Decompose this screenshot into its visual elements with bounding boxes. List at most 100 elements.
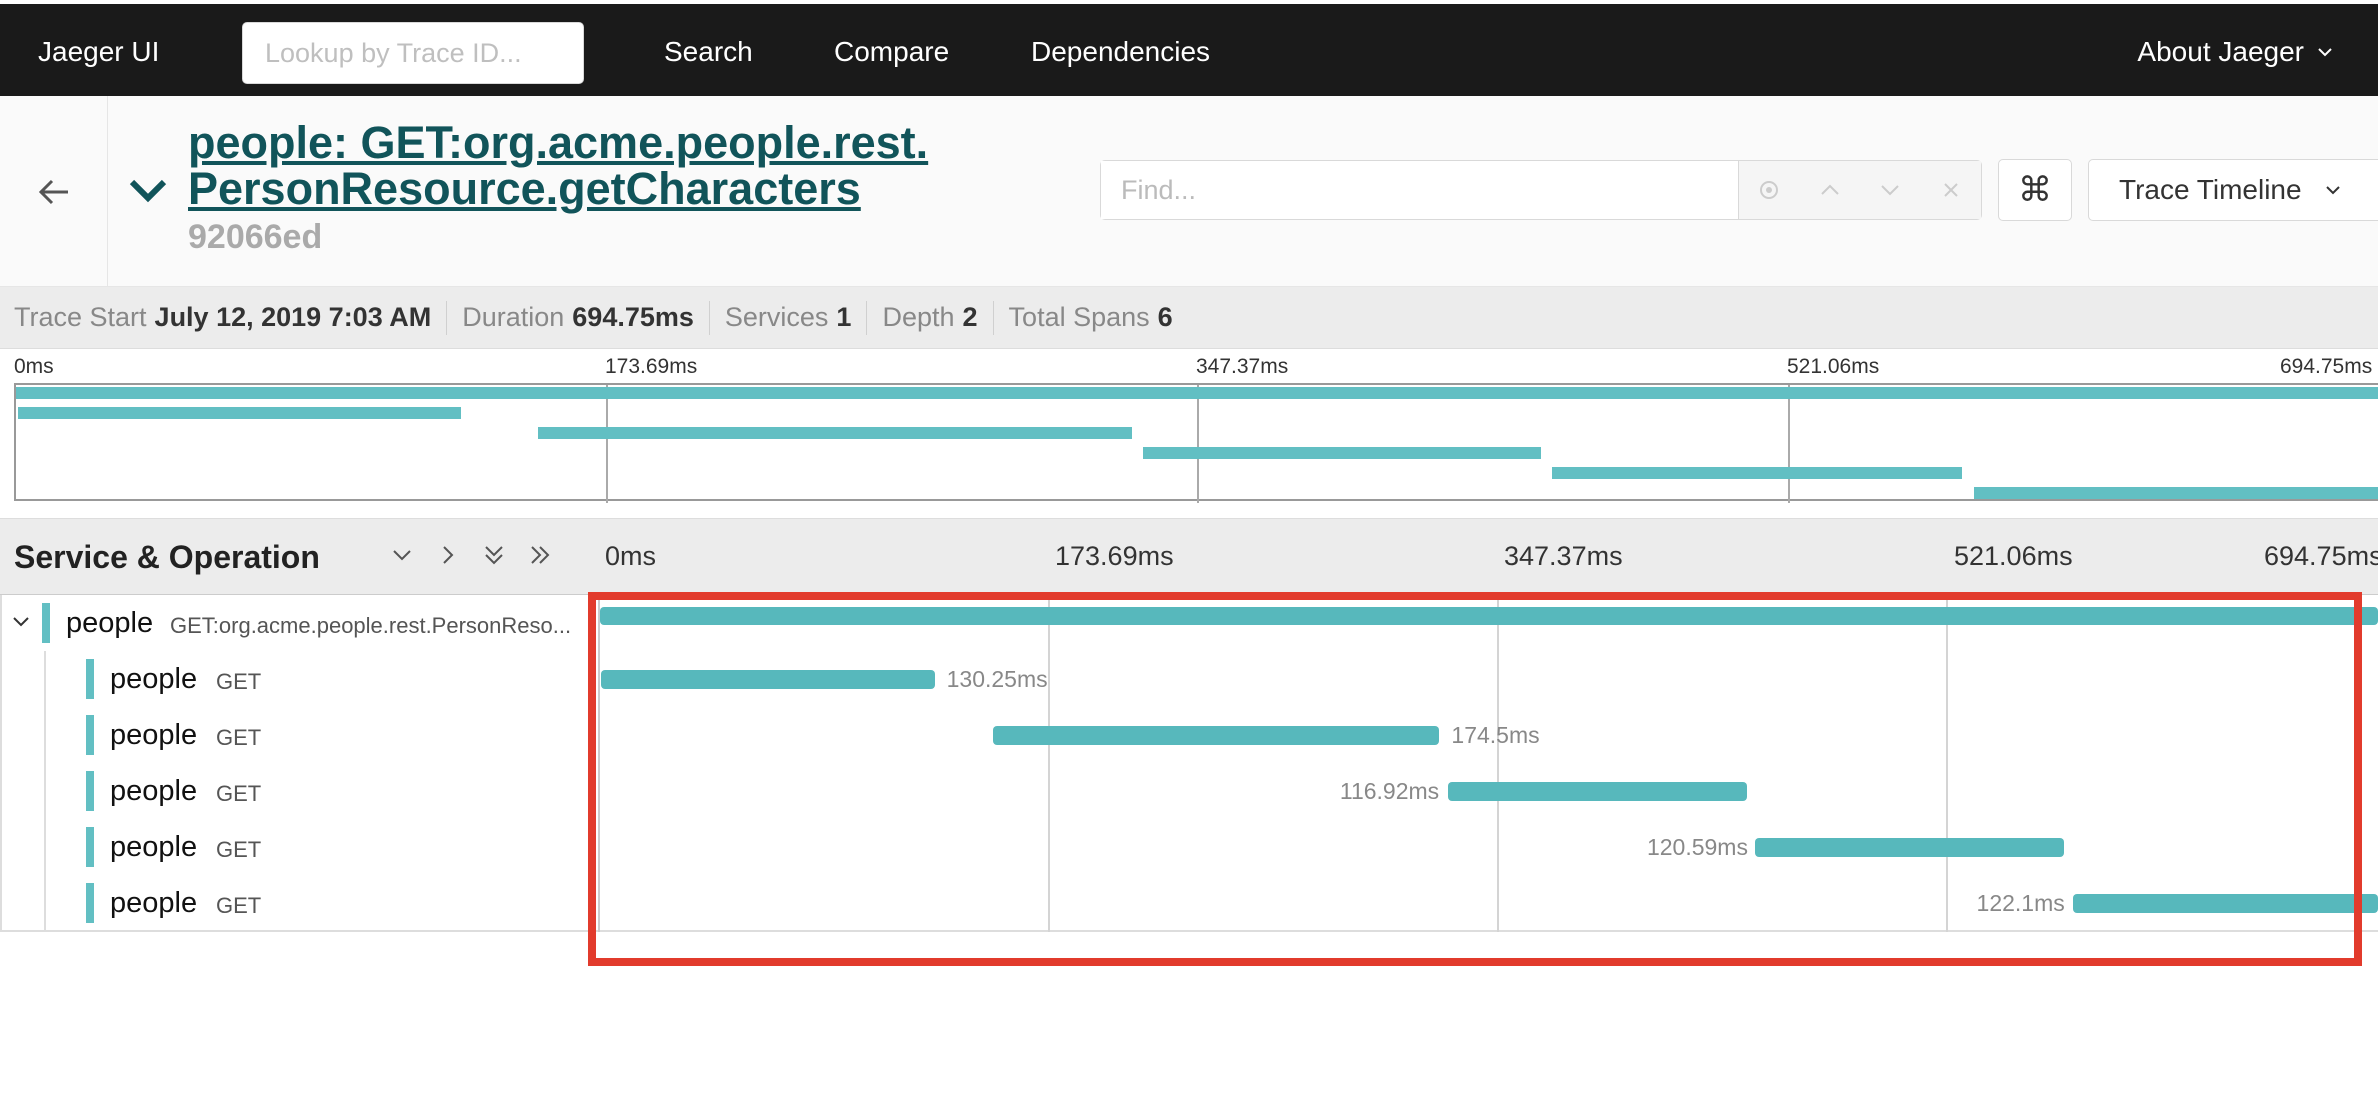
trace-title[interactable]: people: GET:org.acme.people.rest. Person… (188, 120, 988, 212)
expand-one-icon[interactable] (434, 541, 462, 569)
span-operation-name: GET (216, 893, 262, 918)
span-operation-name: GET (216, 669, 262, 694)
span-duration-label: 120.59ms (1646, 834, 1748, 860)
minimap-tick-label: 521.06ms (1787, 355, 1880, 378)
minimap-gridline (606, 385, 608, 503)
trace-title-line1: people: GET:org.acme.people.rest. (188, 117, 929, 168)
trace-start: Trace Start July 12, 2019 7:03 AM (14, 302, 432, 332)
span-bar[interactable] (1447, 782, 1748, 801)
span-bar[interactable] (601, 670, 935, 689)
trace-id: 92066ed (188, 218, 323, 256)
span-row[interactable]: people GET 130.25ms (0, 651, 2378, 707)
about-jaeger-menu[interactable]: About Jaeger (2137, 36, 2334, 68)
timeline-tick-label: 694.75ms (2264, 541, 2378, 571)
service-color-marker (42, 603, 50, 643)
view-mode-select[interactable]: Trace Timeline (2088, 159, 2378, 221)
collapse-one-icon[interactable] (388, 541, 416, 569)
nav-compare-link[interactable]: Compare (834, 36, 949, 68)
service-color-marker (86, 771, 94, 811)
span-operation-name: GET (216, 837, 262, 862)
nav-search-link[interactable]: Search (664, 36, 753, 68)
divider (866, 300, 868, 335)
span-duration-label: 122.1ms (1976, 890, 2065, 916)
collapse-chevron-icon[interactable] (126, 168, 170, 212)
span-row[interactable]: people GET 116.92ms (0, 763, 2378, 819)
span-row[interactable]: people GET 122.1ms (0, 875, 2378, 931)
top-nav: Jaeger UI Search Compare Dependencies Ab… (0, 0, 2378, 96)
service-color-marker (86, 715, 94, 755)
span-service-name: people (110, 663, 198, 695)
chevron-down-icon[interactable] (10, 611, 32, 633)
find-input[interactable] (1101, 161, 1739, 219)
timeline-header: Service & Operation 0ms 173.69ms 347.37m… (0, 519, 2378, 595)
minimap-gridline (1197, 385, 1199, 503)
span-row[interactable]: people GET 120.59ms (0, 819, 2378, 875)
depth: Depth 2 (882, 302, 978, 332)
locate-icon[interactable] (1756, 177, 1782, 203)
minimap-tick-label: 0ms (14, 355, 54, 378)
minimap-span-bar (538, 427, 1133, 439)
close-icon[interactable] (1938, 177, 1964, 203)
back-button[interactable] (0, 96, 108, 287)
span-service-name: people (66, 607, 154, 639)
divider (708, 300, 710, 335)
timeline-tick-label: 347.37ms (1504, 541, 1623, 571)
span-operation-name: GET (216, 725, 262, 750)
span-service-name: people (110, 831, 198, 863)
chevron-down-icon[interactable] (1877, 177, 1903, 203)
minimap-tick-label: 347.37ms (1196, 355, 1289, 378)
tree-controls (388, 541, 554, 569)
keyboard-shortcuts-button[interactable]: ⌘ (1998, 159, 2072, 221)
expand-all-icon[interactable] (526, 541, 554, 569)
service-operation-header: Service & Operation (14, 539, 320, 575)
minimap-gridline (1788, 385, 1790, 503)
service-color-marker (86, 827, 94, 867)
span-operation-name: GET (216, 781, 262, 806)
trace-title-line2: PersonResource.getCharacters (188, 163, 861, 214)
service-color-marker (86, 883, 94, 923)
minimap-tick-label: 694.75ms (2280, 355, 2373, 378)
minimap-tick-label: 173.69ms (605, 355, 698, 378)
timeline-tick-label: 173.69ms (1055, 541, 1174, 571)
span-bar[interactable] (992, 726, 1440, 745)
view-mode-label: Trace Timeline (2119, 174, 2302, 205)
trace-minimap[interactable]: 0ms 173.69ms 347.37ms 521.06ms 694.75ms (0, 349, 2378, 519)
about-jaeger-label: About Jaeger (2137, 36, 2304, 67)
arrow-left-icon (38, 179, 68, 204)
span-duration-label: 130.25ms (946, 666, 1048, 692)
span-rows: people GET:org.acme.people.rest.PersonRes… (0, 595, 2378, 932)
minimap-span-bar (1551, 467, 1962, 479)
duration: Duration 694.75ms (462, 302, 694, 332)
minimap-span-bar (16, 387, 2378, 399)
minimap-span-bar (17, 407, 461, 419)
trace-id-lookup-input[interactable] (242, 22, 584, 84)
chevron-down-icon (2325, 186, 2340, 195)
chevron-down-icon (2318, 48, 2332, 57)
span-bar[interactable] (600, 607, 2378, 625)
trace-overview: Trace Start July 12, 2019 7:03 AM Duratio… (0, 287, 2378, 349)
chevron-up-icon[interactable] (1817, 177, 1843, 203)
divider (446, 300, 448, 335)
span-bar[interactable] (2072, 894, 2378, 913)
find-box (1100, 160, 1982, 220)
span-duration-label: 174.5ms (1451, 722, 1540, 748)
timeline-tick-label: 521.06ms (1954, 541, 2073, 571)
span-bar[interactable] (1754, 838, 2064, 857)
brand-link[interactable]: Jaeger UI (38, 36, 159, 68)
span-service-name: people (110, 887, 198, 919)
nav-dependencies-link[interactable]: Dependencies (1031, 36, 1210, 68)
timeline-tick-label: 0ms (605, 541, 657, 571)
collapse-all-icon[interactable] (480, 541, 508, 569)
span-duration-label: 116.92ms (1339, 778, 1440, 804)
minimap-span-bar (1143, 447, 1542, 459)
span-row[interactable]: people GET:org.acme.people.rest.PersonRes… (0, 595, 2378, 651)
span-row[interactable]: people GET 174.5ms (0, 707, 2378, 763)
find-tools (1739, 161, 1981, 219)
span-operation-name: GET:org.acme.people.rest.PersonReso... (170, 613, 572, 638)
trace-header: people: GET:org.acme.people.rest. Person… (0, 96, 2378, 287)
total-spans: Total Spans 6 (1008, 302, 1173, 332)
minimap-canvas[interactable] (14, 383, 2378, 503)
services-count: Services 1 (724, 302, 852, 332)
span-service-name: people (110, 719, 198, 751)
minimap-span-bar (1973, 487, 2378, 499)
